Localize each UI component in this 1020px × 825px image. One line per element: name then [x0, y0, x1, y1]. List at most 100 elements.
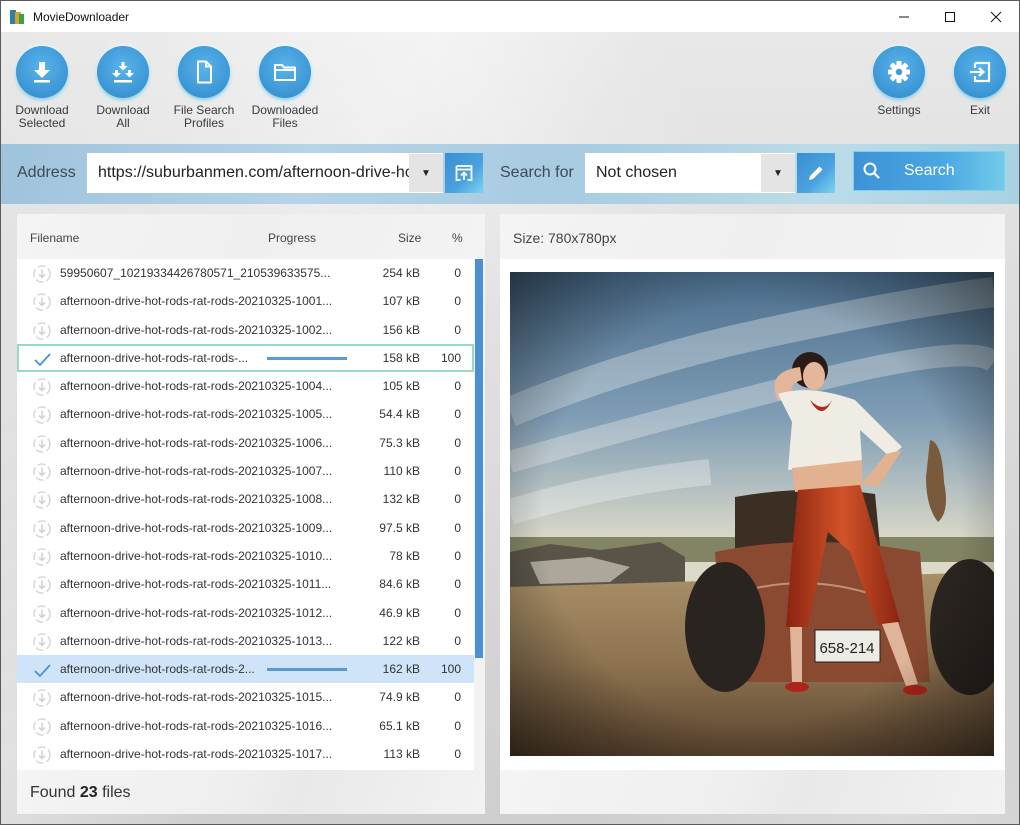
file-row[interactable]: afternoon-drive-hot-rods-rat-rods-202103…	[17, 485, 474, 513]
preview-header: Size: 780x780px	[500, 214, 1005, 259]
search-for-label: Search for	[500, 164, 574, 181]
pencil-icon	[809, 166, 823, 180]
progress-bar	[267, 356, 347, 360]
scrollbar-thumb[interactable]	[475, 259, 483, 658]
file-size: 122 kB	[382, 633, 420, 648]
file-percent: 0	[454, 322, 461, 337]
file-row[interactable]: afternoon-drive-hot-rods-rat-rods-202103…	[17, 542, 474, 570]
file-row[interactable]: afternoon-drive-hot-rods-rat-rods-202103…	[17, 400, 474, 428]
download-selected-label-line2: Selected	[18, 116, 66, 130]
file-percent: 0	[454, 435, 461, 450]
window-title: MovieDownloader	[33, 9, 130, 24]
file-row[interactable]: afternoon-drive-hot-rods-rat-rods-202103…	[17, 599, 474, 627]
close-button[interactable]	[973, 1, 1019, 32]
file-row[interactable]: afternoon-drive-hot-rods-rat-rods-202103…	[17, 683, 474, 711]
file-row[interactable]: afternoon-drive-hot-rods-rat-rods-202103…	[17, 457, 474, 485]
settings-button[interactable]: Settings	[859, 46, 939, 117]
file-name: afternoon-drive-hot-rods-rat-rods-202103…	[60, 294, 333, 309]
file-row[interactable]: afternoon-drive-hot-rods-rat-rods-202103…	[17, 570, 474, 598]
pending-download-icon	[33, 293, 51, 312]
address-combobox[interactable]: https://suburbanmen.com/afternoon-drive-…	[87, 153, 443, 193]
search-for-dropdown-button[interactable]: ▼	[761, 154, 795, 192]
download-icon	[34, 62, 50, 83]
file-percent: 0	[454, 520, 461, 535]
minimize-button[interactable]	[881, 1, 927, 32]
file-name: afternoon-drive-hot-rods-rat-rods-202103…	[60, 690, 333, 705]
download-selected-button[interactable]: Download Selected	[2, 46, 82, 130]
preview-image[interactable]: 658-214	[510, 272, 994, 756]
found-suffix: files	[102, 784, 131, 801]
file-size: 65.1 kB	[379, 718, 420, 733]
file-name: afternoon-drive-hot-rods-rat-rods-202103…	[60, 492, 333, 507]
file-percent: 0	[454, 747, 461, 762]
file-search-profiles-button[interactable]: File Search Profiles	[164, 46, 244, 130]
address-dropdown-button[interactable]: ▼	[409, 154, 443, 192]
search-button[interactable]: Search	[853, 151, 1005, 191]
app-logo-icon	[9, 9, 25, 25]
file-row[interactable]: afternoon-drive-hot-rods-rat-rods-... 158…	[17, 343, 474, 373]
file-size: 75.3 kB	[379, 435, 420, 450]
download-all-icon	[112, 62, 134, 83]
file-name: afternoon-drive-hot-rods-rat-rods-202103…	[60, 464, 333, 479]
file-size: 162 kB	[382, 662, 420, 677]
maximize-button[interactable]	[927, 1, 973, 32]
search-icon	[863, 162, 880, 179]
pending-download-icon	[33, 718, 51, 736]
file-size: 132 kB	[382, 492, 420, 507]
file-name: afternoon-drive-hot-rods-rat-rods-202103…	[60, 322, 333, 337]
search-for-combobox[interactable]: Not chosen ▼	[585, 153, 795, 193]
file-row[interactable]: afternoon-drive-hot-rods-rat-rods-202103…	[17, 429, 474, 457]
file-row[interactable]: afternoon-drive-hot-rods-rat-rods-2... 16…	[17, 655, 474, 684]
pending-download-icon	[33, 604, 51, 623]
file-size: 113 kB	[383, 747, 420, 762]
column-percent[interactable]: %	[452, 231, 463, 245]
file-list-header: Filename Progress Size %	[17, 214, 485, 259]
file-row[interactable]: afternoon-drive-hot-rods-rat-rods-202103…	[17, 712, 474, 740]
file-name: afternoon-drive-hot-rods-rat-rods-202103…	[60, 379, 333, 394]
file-row[interactable]: afternoon-drive-hot-rods-rat-rods-202103…	[17, 316, 474, 344]
file-row[interactable]: afternoon-drive-hot-rods-rat-rods-202103…	[17, 514, 474, 542]
progress-bar	[267, 668, 347, 672]
downloaded-files-button[interactable]: Downloaded Files	[245, 46, 325, 130]
exit-icon	[970, 61, 991, 83]
pending-download-icon	[33, 576, 51, 595]
file-row[interactable]: afternoon-drive-hot-rods-rat-rods-202103…	[17, 740, 474, 768]
progress-bar-fill	[267, 668, 347, 672]
file-size: 110 kB	[383, 464, 420, 479]
column-filename[interactable]: Filename	[30, 231, 79, 245]
edit-search-profile-button[interactable]	[797, 153, 835, 193]
file-list-scrollbar[interactable]	[474, 259, 485, 770]
gear-icon	[888, 61, 910, 83]
pending-download-icon	[33, 689, 51, 708]
pending-download-icon	[33, 746, 51, 764]
download-all-button[interactable]: Download All	[83, 46, 163, 130]
file-size: 156 kB	[382, 322, 420, 337]
file-size: 158 kB	[382, 350, 420, 365]
preview-area: 658-214	[500, 259, 1005, 770]
file-row[interactable]: afternoon-drive-hot-rods-rat-rods-202103…	[17, 627, 474, 655]
pending-download-icon	[33, 378, 51, 396]
column-size[interactable]: Size	[398, 231, 421, 245]
exit-label: Exit	[969, 103, 990, 117]
file-row[interactable]: afternoon-drive-hot-rods-rat-rods-202103…	[17, 287, 474, 315]
open-address-button[interactable]	[445, 153, 483, 193]
file-size: 78 kB	[389, 548, 420, 563]
file-icon	[197, 60, 212, 84]
file-percent: 0	[454, 266, 461, 280]
address-input[interactable]: https://suburbanmen.com/afternoon-drive-…	[87, 164, 409, 182]
file-size: 105 kB	[382, 379, 420, 394]
file-percent: 0	[454, 492, 461, 507]
file-name: afternoon-drive-hot-rods-rat-rods-202103…	[60, 407, 333, 422]
exit-button[interactable]: Exit	[940, 46, 1019, 117]
file-name: afternoon-drive-hot-rods-rat-rods-202103…	[60, 548, 333, 563]
column-progress[interactable]: Progress	[268, 231, 316, 245]
file-row[interactable]: 59950607_10219334426780571_210539633575.…	[17, 259, 474, 287]
file-percent: 0	[454, 379, 461, 394]
file-name: afternoon-drive-hot-rods-rat-rods-202103…	[60, 520, 333, 535]
title-bar: MovieDownloader	[1, 1, 1019, 32]
file-name: afternoon-drive-hot-rods-rat-rods-202103…	[60, 605, 333, 620]
chevron-down-icon: ▼	[421, 167, 431, 179]
file-size: 97.5 kB	[379, 520, 420, 535]
file-row[interactable]: afternoon-drive-hot-rods-rat-rods-202103…	[17, 372, 474, 400]
file-size: 107 kB	[382, 294, 420, 309]
